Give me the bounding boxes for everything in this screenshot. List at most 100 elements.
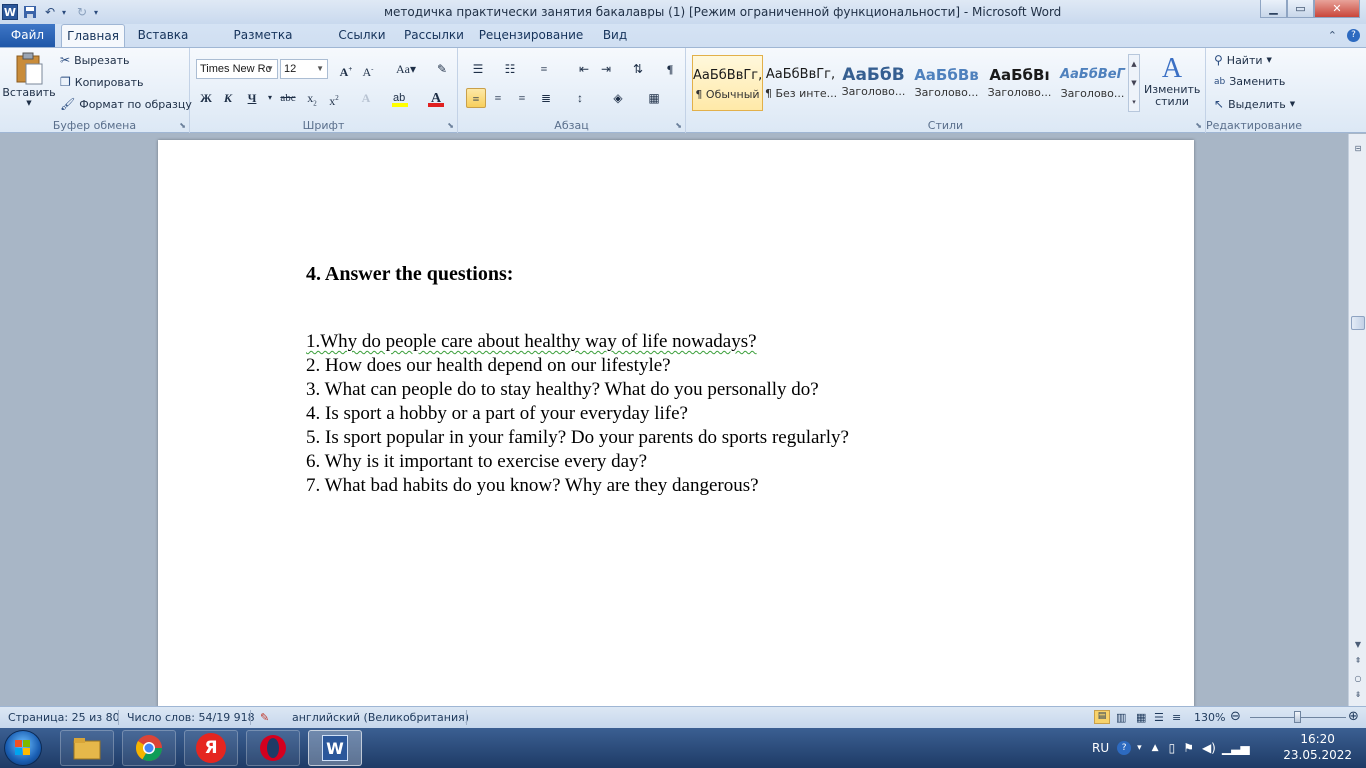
zoom-level[interactable]: 130% [1194,711,1225,724]
bullets-icon[interactable]: ☰ [468,59,488,79]
tab-file[interactable]: Файл [0,24,55,47]
full-screen-reading-icon[interactable]: ▥ [1116,711,1126,724]
save-icon[interactable] [22,4,38,20]
tab-mailings[interactable]: Рассылки [401,24,467,47]
change-styles-button[interactable]: A Изменить стили [1144,54,1200,108]
clipboard-launcher-icon[interactable]: ⬊ [179,121,186,130]
underline-button[interactable]: Ч [242,88,262,108]
font-color-button[interactable]: A [424,88,448,108]
zoom-in-icon[interactable]: ⊕ [1348,709,1359,724]
taskbar-opera[interactable] [246,730,300,766]
sort-icon[interactable]: ⇅ [628,59,648,79]
undo-icon[interactable]: ↶ [42,4,58,20]
borders-icon[interactable]: ▦ [644,88,664,108]
proofing-icon[interactable]: ✎ [260,711,269,724]
clear-formatting-icon[interactable]: ✎ [432,59,452,79]
scroll-down-arrow-icon[interactable]: ▼ [1351,638,1365,652]
bold-button[interactable]: Ж [196,88,216,108]
browse-object-icon[interactable]: ○ [1351,672,1365,686]
device-icon[interactable]: ▯ [1169,741,1176,755]
word-logo-icon[interactable]: W [2,4,18,20]
numbering-icon[interactable]: ☷ [500,59,520,79]
taskbar-yandex[interactable]: Я [184,730,238,766]
style-heading-1[interactable]: АаБбВ Заголово... [838,55,909,111]
select-button[interactable]: ↖ Выделить ▼ [1214,97,1295,111]
strikethrough-button[interactable]: abc [278,88,298,108]
shrink-font-icon[interactable]: A- [358,59,378,79]
volume-icon[interactable]: ◀) [1202,741,1216,755]
style-normal[interactable]: АаБбВвГг, ¶ Обычный [692,55,763,111]
style-heading-4[interactable]: АаБбВеГ Заголово... [1057,55,1128,111]
help-icon[interactable]: ? [1117,741,1132,755]
next-page-icon[interactable]: ⇟ [1351,688,1365,702]
customize-qat-icon[interactable]: ▾ [94,8,102,17]
document-page[interactable]: 4. Answer the questions: 1.Why do people… [158,140,1194,706]
minimize-button[interactable]: ▁ [1260,0,1287,18]
language-indicator-taskbar[interactable]: RU [1092,741,1109,755]
tab-page-layout[interactable]: Разметка страницы [203,24,323,64]
justify-icon[interactable]: ≣ [536,88,556,108]
tab-home[interactable]: Главная [61,24,125,48]
tab-insert[interactable]: Вставка [131,24,195,47]
maximize-button[interactable]: ▭ [1287,0,1314,18]
increase-indent-icon[interactable]: ⇥ [596,59,616,79]
ruler-toggle-icon[interactable]: ⊟ [1351,142,1365,156]
tray-dropdown-icon[interactable]: ▾ [1137,743,1142,753]
minimize-ribbon-icon[interactable]: ⌃ [1328,29,1337,42]
clock[interactable]: 16:20 23.05.2022 [1283,731,1352,763]
web-layout-icon[interactable]: ▦ [1136,711,1146,724]
print-layout-icon[interactable]: ▤ [1094,710,1110,724]
page-counter[interactable]: Страница: 25 из 80 [8,711,120,724]
multilevel-list-icon[interactable]: ≡ [534,59,554,79]
style-heading-2[interactable]: АаБбВв Заголово... [911,55,982,111]
tab-review[interactable]: Рецензирование [477,24,585,47]
taskbar-chrome[interactable] [122,730,176,766]
outline-icon[interactable]: ☰ [1154,711,1164,724]
highlight-color-button[interactable]: ab [388,88,412,108]
show-formatting-icon[interactable]: ¶ [660,59,680,79]
show-hidden-icons-icon[interactable]: ▲ [1152,743,1159,753]
format-painter-button[interactable]: 🖌 Формат по образцу [60,97,192,111]
superscript-icon[interactable]: x2 [324,88,344,108]
style-heading-3[interactable]: АаБбВı Заголово... [984,55,1055,111]
font-size-combo[interactable]: 12 ▼ [280,59,328,79]
word-count[interactable]: Число слов: 54/19 918 [127,711,255,724]
language-indicator[interactable]: английский (Великобритания) [292,711,469,724]
draft-icon[interactable]: ≡ [1172,711,1181,724]
close-button[interactable]: ✕ [1314,0,1360,18]
taskbar-explorer[interactable] [60,730,114,766]
cut-button[interactable]: ✂ Вырезать [60,53,130,67]
start-button[interactable] [4,730,42,766]
zoom-slider-thumb[interactable] [1294,711,1301,723]
vertical-scrollbar[interactable]: ⊟ ▼ ⇞ ○ ⇟ [1348,134,1366,706]
paragraph-launcher-icon[interactable]: ⬊ [675,121,682,130]
italic-button[interactable]: К [218,88,238,108]
copy-button[interactable]: ❐ Копировать [60,75,143,89]
network-icon[interactable]: ▁▃▅ [1222,741,1250,755]
subscript-icon[interactable]: x2 [302,88,322,108]
paste-dropdown-icon[interactable]: ▼ [26,99,31,107]
gallery-scroll[interactable]: ▲ ▼ ▾ [1128,54,1140,112]
paste-button[interactable]: Вставить ▼ [2,52,56,107]
tab-view[interactable]: Вид [595,24,635,47]
redo-icon[interactable]: ↻ [74,4,90,20]
style-no-spacing[interactable]: АаБбВвГг, ¶ Без инте... [765,55,836,111]
align-center-icon[interactable]: ≡ [488,88,508,108]
styles-launcher-icon[interactable]: ⬊ [1195,121,1202,130]
undo-dropdown-icon[interactable]: ▾ [62,8,70,17]
tab-references[interactable]: Ссылки [333,24,391,47]
text-effects-icon[interactable]: A [356,88,376,108]
find-button[interactable]: ⚲ Найти ▼ [1214,53,1272,67]
align-left-icon[interactable]: ≡ [466,88,486,108]
align-right-icon[interactable]: ≡ [512,88,532,108]
change-case-button[interactable]: Aa▾ [392,59,420,79]
underline-dropdown-icon[interactable]: ▾ [260,88,280,108]
replace-button[interactable]: ab Заменить [1214,75,1285,88]
zoom-out-icon[interactable]: ⊖ [1230,709,1241,724]
shading-icon[interactable]: ◈ [608,88,628,108]
document-area[interactable]: 4. Answer the questions: 1.Why do people… [0,134,1348,706]
grow-font-icon[interactable]: A+ [336,59,356,79]
scroll-thumb[interactable] [1351,316,1365,330]
line-spacing-icon[interactable]: ↕ [570,88,590,108]
flag-icon[interactable]: ⚑ [1183,741,1194,755]
